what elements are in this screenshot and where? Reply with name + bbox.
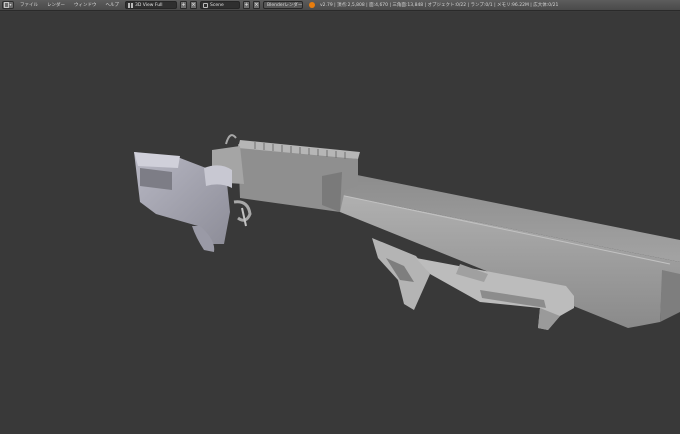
blender-logo-icon <box>309 2 315 8</box>
remove-scene-button[interactable]: × <box>253 1 260 9</box>
trigger-guard <box>233 200 252 227</box>
3d-viewport[interactable] <box>0 12 680 434</box>
render-engine-label: Blenderレンダー <box>267 3 303 8</box>
menu-render[interactable]: レンダー <box>44 2 68 8</box>
menu-window[interactable]: ウィンドウ <box>71 2 100 8</box>
render-engine-select[interactable]: Blenderレンダー <box>263 1 303 9</box>
scene-statistics: v2.79 | 頂点:2,5,808 | 面:4,670 | 三角面:13,84… <box>320 3 559 8</box>
add-scene-button[interactable]: + <box>243 1 250 9</box>
scene-name: Scene <box>210 2 224 8</box>
menu-help[interactable]: ヘルプ <box>103 2 123 8</box>
rifle-model[interactable] <box>134 134 680 330</box>
scene-icon <box>203 2 208 8</box>
grid-icon <box>128 2 133 8</box>
add-layout-button[interactable]: + <box>180 1 187 9</box>
3d-view-icon <box>4 2 12 8</box>
blender-window: ファイル レンダー ウィンドウ ヘルプ 3D View Full + × Sce… <box>0 0 680 434</box>
screen-layout-field[interactable]: 3D View Full <box>125 1 177 9</box>
screen-layout-name: 3D View Full <box>135 2 163 8</box>
menu-file[interactable]: ファイル <box>17 2 41 8</box>
info-header: ファイル レンダー ウィンドウ ヘルプ 3D View Full + × Sce… <box>0 0 680 11</box>
viewport-canvas[interactable] <box>0 12 680 434</box>
editor-type-button[interactable] <box>2 1 14 9</box>
remove-layout-button[interactable]: × <box>190 1 197 9</box>
scene-field[interactable]: Scene <box>200 1 240 9</box>
stock <box>134 152 232 252</box>
